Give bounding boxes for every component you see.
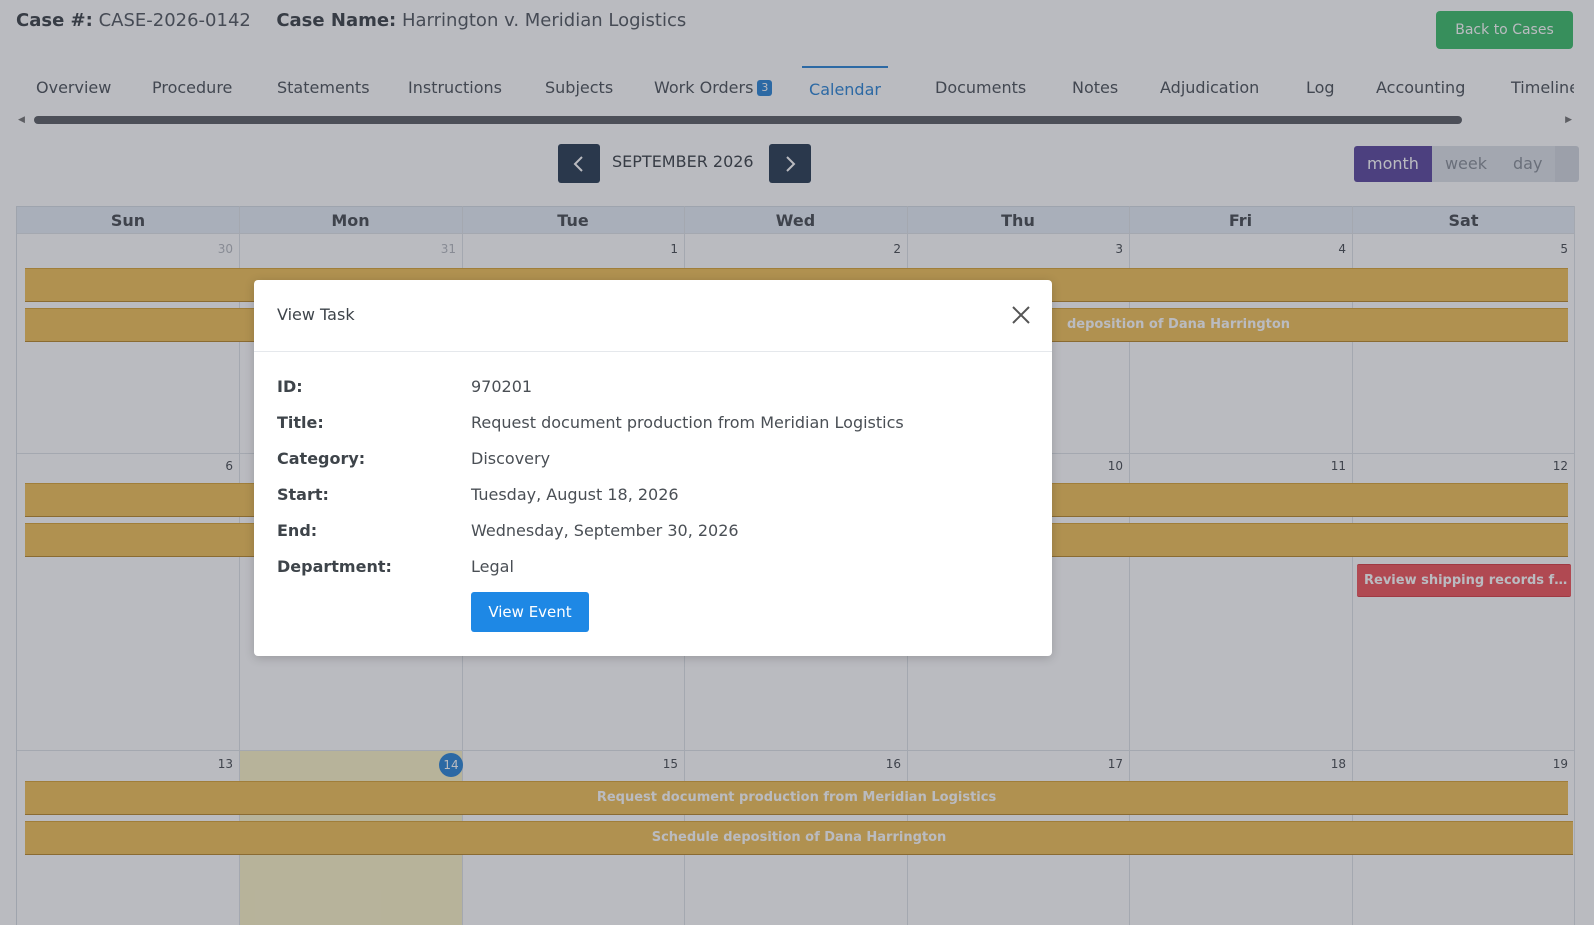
view-event-button[interactable]: View Event bbox=[471, 592, 589, 632]
close-button[interactable] bbox=[1009, 303, 1033, 327]
field-value-category: Discovery bbox=[471, 449, 551, 468]
field-label-end: End: bbox=[277, 521, 318, 540]
field-label-start: Start: bbox=[277, 485, 329, 504]
field-value-start: Tuesday, August 18, 2026 bbox=[471, 485, 679, 504]
close-icon bbox=[1012, 306, 1030, 324]
field-label-category: Category: bbox=[277, 449, 366, 468]
view-task-modal: View Task ID: 970201 Title: Request docu… bbox=[254, 280, 1052, 656]
field-value-end: Wednesday, September 30, 2026 bbox=[471, 521, 739, 540]
field-value-id: 970201 bbox=[471, 377, 533, 396]
field-value-department: Legal bbox=[471, 557, 514, 576]
field-label-title: Title: bbox=[277, 413, 324, 432]
field-label-id: ID: bbox=[277, 377, 303, 396]
modal-header: View Task bbox=[254, 280, 1052, 352]
modal-title: View Task bbox=[277, 305, 355, 324]
field-value-title: Request document production from Meridia… bbox=[471, 413, 904, 432]
field-label-department: Department: bbox=[277, 557, 392, 576]
